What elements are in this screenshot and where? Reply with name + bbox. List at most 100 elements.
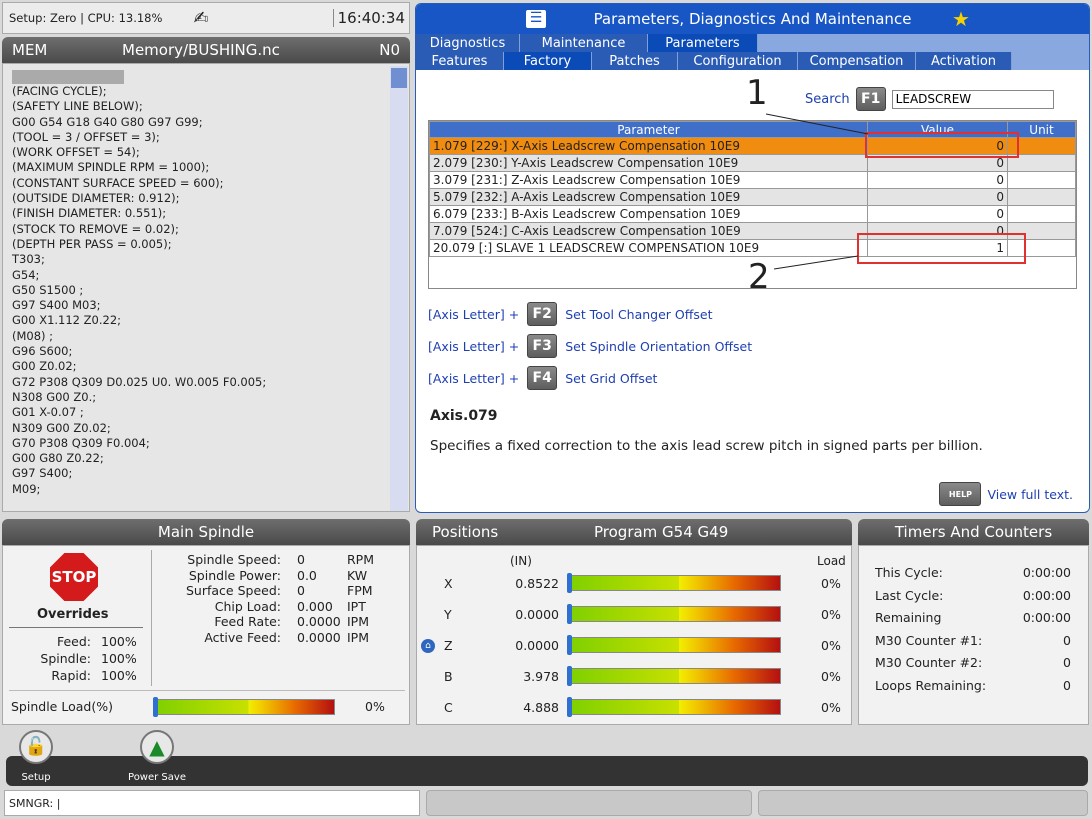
program-line[interactable]: T303; [12, 252, 266, 267]
program-line[interactable]: (FACING CYCLE); [12, 84, 266, 99]
readout-label: Spindle Speed: [187, 552, 281, 567]
program-line[interactable]: G72 P308 Q309 D0.025 U0. W0.005 F0.005; [12, 375, 266, 390]
operator-icon[interactable]: ✍ [183, 8, 219, 29]
timer-value: 0:00:00 [1022, 565, 1071, 580]
program-line[interactable]: G00 Z0.02; [12, 359, 266, 374]
spindle-load-label: Spindle Load(%) [11, 699, 113, 714]
program-line[interactable]: (DEPTH PER PASS = 0.005); [12, 237, 266, 252]
tree-icon: ▲ [140, 730, 174, 764]
program-line[interactable]: N309 G00 Z0.02; [12, 421, 266, 436]
axis-letter-label: [Axis Letter] + [428, 306, 520, 322]
view-full-text-link[interactable]: View full text. [987, 487, 1073, 502]
f4-row[interactable]: [Axis Letter] + F4 Set Grid Offset [428, 366, 657, 390]
setup-label: Setup [21, 772, 51, 783]
program-line[interactable]: G97 S400 M03; [12, 298, 266, 313]
readout-label: Chip Load: [214, 598, 281, 614]
program-line[interactable]: (FINISH DIAMETER: 0.551); [12, 206, 266, 221]
setup-button[interactable]: 🔓 Setup [14, 730, 58, 783]
positions-pane: (IN) Load X 0.8522 0% Y 0.0000 0% Z 0.0000 0% B 3.… [416, 545, 852, 725]
timer-value: 0:00:00 [1022, 587, 1071, 603]
program-line[interactable]: (M08) ; [12, 329, 266, 344]
f4-key[interactable]: F4 [527, 366, 558, 390]
axis-load: 0% [821, 607, 841, 622]
timer-value: 0 [1063, 655, 1071, 670]
program-line[interactable]: (WORK OFFSET = 54); [12, 145, 266, 160]
scrollbar[interactable] [390, 66, 408, 511]
axis-letter-label: [Axis Letter] + [428, 338, 520, 354]
readout-label: Feed Rate: [214, 614, 281, 629]
f3-key[interactable]: F3 [527, 334, 558, 358]
f2-key[interactable]: F2 [527, 302, 558, 326]
program-line[interactable]: G70 P308 Q309 F0.004; [12, 436, 266, 451]
power-save-label: Power Save [128, 772, 186, 783]
desc-text: Specifies a fixed correction to the axis… [430, 438, 983, 454]
help-row[interactable]: HELP View full text. [939, 482, 1073, 506]
readout-value: 0.0000 [297, 614, 341, 629]
program-line[interactable]: G00 X1.112 Z0.22; [12, 313, 266, 328]
program-line[interactable]: (MAXIMUM SPINDLE RPM = 1000); [12, 160, 266, 175]
program-line[interactable]: (STOCK TO REMOVE = 0.02); [12, 222, 266, 237]
axis-load-bar [567, 666, 781, 686]
timer-label: M30 Counter #2: [875, 655, 983, 670]
axis-load: 0% [821, 669, 841, 684]
axis-letter: X [444, 576, 453, 591]
program-line[interactable]: M09; [12, 482, 266, 497]
axis-value: 0.0000 [515, 638, 559, 653]
program-line[interactable]: (CONSTANT SURFACE SPEED = 600); [12, 176, 266, 191]
readout-value: 0.0000 [297, 629, 341, 645]
timer-row: Last Cycle: 0:00:00 [875, 585, 1071, 608]
override-values: Feed: 100% Spindle: 100% Rapid: 100% [13, 633, 136, 684]
spindle-load-value: 0% [365, 699, 385, 714]
axis-load-bar [567, 604, 781, 624]
timer-row: This Cycle: 0:00:00 [875, 562, 1071, 585]
program-line[interactable]: (OUTSIDE DIAMETER: 0.912); [12, 191, 266, 206]
lock-icon: 🔓 [19, 730, 53, 764]
timer-value: 0 [1063, 632, 1071, 648]
program-line[interactable]: G50 S1500 ; [12, 283, 266, 298]
stop-icon[interactable]: STOP [50, 553, 98, 601]
axis-value: 0.8522 [515, 576, 559, 591]
program-path: Memory/BUSHING.nc [122, 41, 280, 59]
readout-unit: FPM [347, 583, 373, 598]
program-line[interactable]: G01 X-0.07 ; [12, 405, 266, 420]
program-line[interactable]: G00 G54 G18 G40 G80 G97 G99; [12, 115, 266, 130]
params-pane: ☰ Parameters, Diagnostics And Maintenanc… [415, 3, 1090, 513]
help-key[interactable]: HELP [939, 482, 982, 506]
feed-label: Feed: [56, 634, 91, 649]
program-line[interactable]: G97 S400; [12, 466, 266, 481]
readout-unit: IPM [347, 614, 370, 629]
readout-value: 0 [297, 552, 305, 567]
timer-value: 0:00:00 [1022, 610, 1071, 625]
readout-unit: KW [347, 567, 368, 583]
status-bar: Setup: Zero | CPU: 13.18% ✍ 16:40:34 [2, 2, 410, 34]
f2-row[interactable]: [Axis Letter] + F2 Set Tool Changer Offs… [428, 302, 712, 326]
timer-value: 0 [1063, 677, 1071, 693]
readout-unit: RPM [347, 552, 375, 567]
program-line[interactable]: G54; [12, 268, 266, 283]
timer-label: M30 Counter #1: [875, 632, 983, 648]
spindle-title: Main Spindle [157, 523, 255, 541]
program-line[interactable]: G00 G80 Z0.22; [12, 451, 266, 466]
program-editor[interactable]: (FACING CYCLE); (SAFETY LINE BELOW); G00 G… [2, 63, 410, 512]
program-line[interactable]: G96 S600; [12, 344, 266, 359]
axis-letter-label: [Axis Letter] + [428, 370, 520, 386]
f3-row[interactable]: [Axis Letter] + F3 Set Spindle Orientati… [428, 334, 752, 358]
axis-load-bar [567, 635, 781, 655]
readout-label: Active Feed: [204, 629, 281, 645]
positions-header: Positions Program G54 G49 [416, 519, 852, 545]
timers-title: Timers And Counters [894, 523, 1053, 541]
command-input[interactable]: SMNGR: | [4, 790, 420, 816]
spindle-readout: Active Feed: 0.0000 IPM [153, 630, 374, 646]
program-line[interactable]: N308 G00 Z0.; [12, 390, 266, 405]
axis-letter: C [444, 700, 453, 715]
program-line[interactable]: (SAFETY LINE BELOW); [12, 99, 266, 114]
power-save-button[interactable]: ▲ Power Save [120, 730, 194, 783]
scroll-thumb[interactable] [391, 68, 407, 88]
axis-value: 0.0000 [515, 607, 559, 622]
timer-label: Remaining [875, 610, 942, 625]
spindle-override-label: Spindle: [40, 651, 91, 666]
positions-program: Program G54 G49 [594, 523, 729, 541]
axis-letter: Z [444, 638, 453, 653]
f4-label: Set Grid Offset [565, 370, 658, 386]
program-line[interactable]: (TOOL = 3 / OFFSET = 3); [12, 130, 266, 145]
